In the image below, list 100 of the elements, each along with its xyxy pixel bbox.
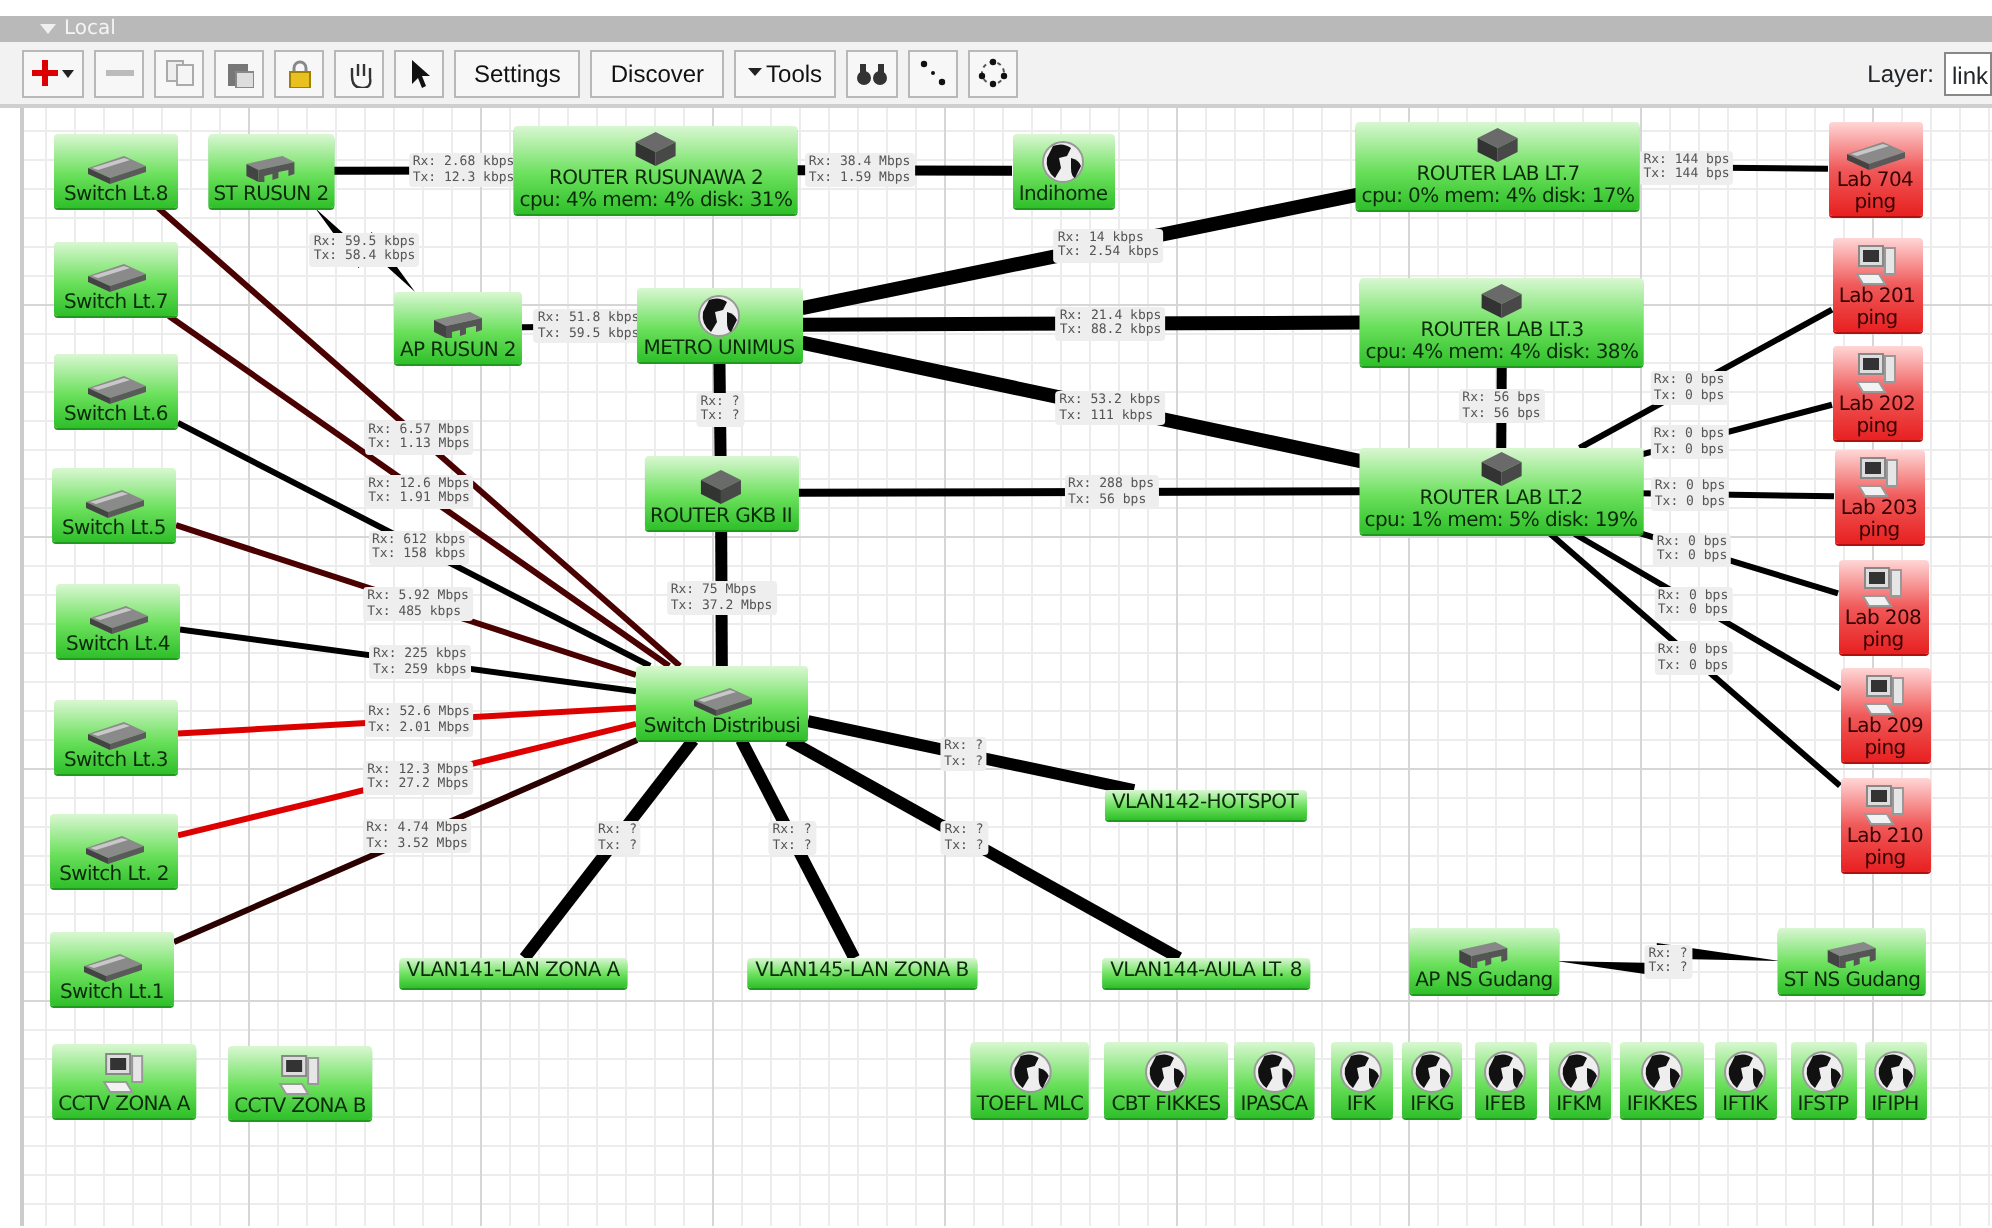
device-label: Switch Lt.5 bbox=[62, 518, 166, 540]
device-node[interactable]: IFKM bbox=[1548, 1042, 1610, 1118]
globe-icon bbox=[1557, 1050, 1601, 1094]
device-node[interactable]: Lab 209 ping bbox=[1840, 668, 1930, 762]
device-node[interactable]: IFKG bbox=[1402, 1042, 1462, 1118]
device-label: Lab 202 bbox=[1838, 394, 1916, 416]
computer-icon bbox=[278, 1052, 322, 1096]
device-node[interactable]: IFIPH bbox=[1864, 1042, 1926, 1118]
layout-button[interactable] bbox=[908, 49, 959, 97]
device-label: AP RUSUN 2 bbox=[400, 340, 516, 362]
device-node[interactable]: Lab 201 ping bbox=[1832, 238, 1922, 332]
device-node[interactable]: ST NS Gudang bbox=[1777, 928, 1927, 994]
tools-menu-button[interactable]: Tools bbox=[734, 49, 837, 97]
globe-icon bbox=[1339, 1050, 1383, 1094]
toolbar-button[interactable]: Discover bbox=[590, 49, 725, 97]
paste-button[interactable] bbox=[214, 49, 264, 97]
device-label: ROUTER LAB LT.2 bbox=[1419, 488, 1583, 510]
device-node[interactable]: Lab 202 ping bbox=[1832, 346, 1922, 440]
device-label: Lab 203 bbox=[1840, 498, 1918, 520]
device-node[interactable]: Switch Lt.6 bbox=[54, 354, 178, 428]
device-stats: ping bbox=[1856, 308, 1898, 330]
device-label: Lab 201 bbox=[1838, 286, 1916, 308]
device-node[interactable]: VLAN145-LAN ZONA B bbox=[747, 958, 977, 988]
device-node[interactable]: Switch Lt.3 bbox=[54, 700, 178, 774]
device-node[interactable]: IFK bbox=[1330, 1042, 1392, 1118]
device-node[interactable]: Switch Lt.1 bbox=[50, 932, 174, 1006]
add-button[interactable] bbox=[22, 49, 84, 97]
select-button[interactable] bbox=[394, 49, 444, 97]
device-node[interactable]: CBT FIKKES bbox=[1104, 1042, 1228, 1118]
device-node[interactable]: IFTIK bbox=[1714, 1042, 1776, 1118]
device-node[interactable]: Switch Distribusi bbox=[636, 666, 808, 740]
circle-dots-icon bbox=[978, 58, 1009, 88]
device-label: Switch Lt. 2 bbox=[59, 864, 169, 886]
device-label: CCTV ZONA B bbox=[234, 1096, 366, 1118]
device-node[interactable]: IPASCA bbox=[1234, 1042, 1314, 1118]
device-node[interactable]: CCTV ZONA B bbox=[228, 1046, 372, 1120]
globe-icon bbox=[1144, 1050, 1188, 1094]
device-node[interactable]: VLAN141-LAN ZONA A bbox=[398, 958, 628, 988]
device-node[interactable]: Switch Lt. 2 bbox=[50, 814, 178, 888]
arrange-button[interactable] bbox=[968, 49, 1019, 97]
router-icon bbox=[632, 130, 680, 168]
computer-icon bbox=[102, 1050, 146, 1094]
switch-icon bbox=[82, 488, 146, 518]
lock-button[interactable] bbox=[274, 49, 324, 97]
device-label: IFEB bbox=[1484, 1094, 1526, 1116]
device-label: Lab 209 bbox=[1846, 716, 1924, 738]
device-node[interactable]: ST RUSUN 2 bbox=[207, 134, 335, 208]
device-label: VLAN145-LAN ZONA B bbox=[755, 960, 969, 982]
switch-icon bbox=[84, 720, 148, 750]
bridge-icon bbox=[1826, 940, 1878, 970]
device-label: ROUTER LAB LT.3 bbox=[1420, 320, 1584, 342]
layer-field[interactable]: link bbox=[1944, 51, 1992, 95]
device-stats: cpu: 4% mem: 4% disk: 31% bbox=[519, 190, 793, 212]
device-node[interactable]: Switch Lt.8 bbox=[54, 134, 178, 208]
globe-icon bbox=[1252, 1050, 1296, 1094]
device-node[interactable]: Lab 208 ping bbox=[1838, 560, 1928, 654]
device-node[interactable]: IFEB bbox=[1474, 1042, 1536, 1118]
globe-icon bbox=[1723, 1050, 1767, 1094]
device-label: IFIKKES bbox=[1626, 1094, 1698, 1116]
find-button[interactable] bbox=[846, 49, 899, 97]
device-label: CCTV ZONA A bbox=[58, 1094, 190, 1116]
device-label: Switch Lt.3 bbox=[64, 750, 168, 772]
device-node[interactable]: VLAN144-AULA LT. 8 bbox=[1102, 958, 1310, 988]
device-label: Switch Lt.6 bbox=[64, 404, 168, 426]
pan-button[interactable] bbox=[334, 49, 384, 97]
bridge-icon bbox=[245, 154, 297, 184]
device-node[interactable]: Indihome bbox=[1012, 134, 1114, 208]
bridge-icon bbox=[1458, 940, 1510, 970]
device-stats: ping bbox=[1864, 848, 1906, 870]
device-node[interactable]: AP RUSUN 2 bbox=[394, 292, 522, 364]
dots-icon bbox=[920, 60, 947, 86]
device-node[interactable]: Switch Lt.7 bbox=[54, 242, 178, 316]
device-label: ROUTER LAB LT.7 bbox=[1416, 164, 1580, 186]
device-node[interactable]: ROUTER RUSUNAWA 2 cpu: 4% mem: 4% disk: 31% bbox=[513, 126, 799, 214]
device-label: IPASCA bbox=[1240, 1094, 1308, 1116]
device-node[interactable]: Switch Lt.4 bbox=[56, 584, 180, 658]
device-node[interactable]: ROUTER LAB LT.2 cpu: 1% mem: 5% disk: 19% bbox=[1358, 448, 1644, 534]
device-node[interactable]: Lab 704 ping bbox=[1828, 122, 1922, 216]
globe-icon bbox=[697, 294, 741, 338]
device-node[interactable]: CCTV ZONA A bbox=[52, 1044, 196, 1118]
switch-icon bbox=[84, 154, 148, 184]
device-node[interactable]: AP NS Gudang bbox=[1409, 928, 1559, 994]
device-label: IFKG bbox=[1410, 1094, 1454, 1116]
router-icon bbox=[697, 468, 745, 506]
device-node[interactable]: ROUTER GKB II bbox=[643, 456, 799, 530]
globe-icon bbox=[1008, 1050, 1052, 1094]
device-node[interactable]: ROUTER LAB LT.3 cpu: 4% mem: 4% disk: 38% bbox=[1359, 278, 1645, 366]
device-label: VLAN141-LAN ZONA A bbox=[406, 960, 620, 982]
globe-icon bbox=[1483, 1050, 1527, 1094]
device-node[interactable]: VLAN142-HOTSPOT bbox=[1104, 790, 1306, 820]
device-node[interactable]: ROUTER LAB LT.7 cpu: 0% mem: 4% disk: 17% bbox=[1355, 122, 1641, 210]
device-node[interactable]: Lab 203 ping bbox=[1834, 450, 1924, 544]
device-label: IFSTP bbox=[1797, 1094, 1849, 1116]
device-node[interactable]: IFSTP bbox=[1790, 1042, 1856, 1118]
device-node[interactable]: TOEFL MLC bbox=[970, 1042, 1090, 1118]
device-node[interactable]: IFIKKES bbox=[1620, 1042, 1704, 1118]
device-node[interactable]: Switch Lt.5 bbox=[52, 468, 176, 542]
device-node[interactable]: Lab 210 ping bbox=[1840, 778, 1930, 872]
toolbar-button[interactable]: Settings bbox=[454, 49, 581, 97]
device-node[interactable]: METRO UNIMUS bbox=[636, 288, 802, 362]
